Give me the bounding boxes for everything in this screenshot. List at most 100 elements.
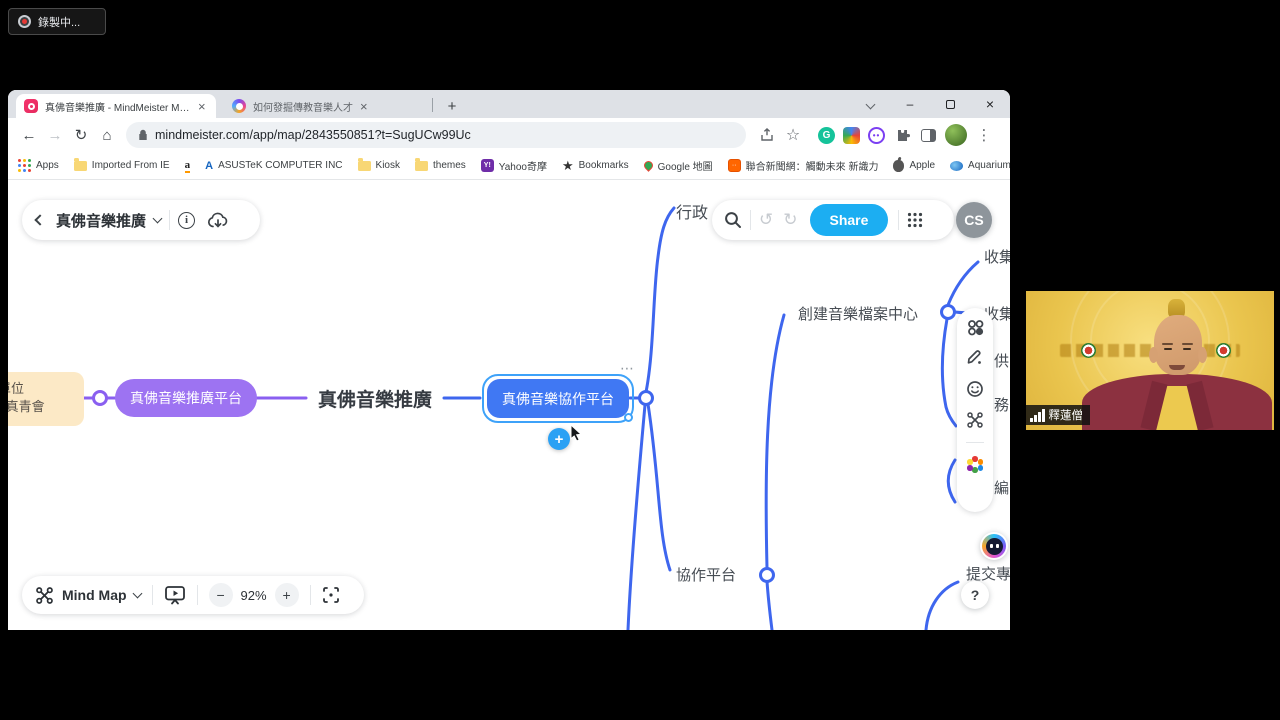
ear [1198,347,1207,363]
map-title[interactable]: 真佛音樂推廣 [56,210,146,231]
bookmark-kiosk[interactable]: Kiosk [358,160,400,171]
search-button[interactable] [724,211,742,229]
chevron-left-icon [34,214,45,225]
colorful-extension-icon[interactable] [843,127,860,144]
node-root[interactable]: 真佛音樂推廣 [309,385,441,412]
layout-style-button[interactable] [967,319,984,336]
node-admin[interactable]: 行政 [676,199,708,223]
node-unit-partial[interactable]: 單位 +真青會 [8,372,84,426]
new-tab-button[interactable]: + [440,94,464,118]
bookmark-asus[interactable]: A ASUSTeK COMPUTER INC [205,160,342,172]
zoom-out-button[interactable]: − [209,583,233,607]
share-button[interactable]: Share [810,204,889,236]
node-edit-partial[interactable]: 編 [994,477,1009,498]
bookmark-udn-news[interactable]: ·· 聯合新聞網：觸動未來 新識力 [728,158,879,173]
profile-avatar[interactable] [945,124,967,146]
back-to-maps-button[interactable] [36,216,44,224]
bookmark-star-button[interactable]: ☆ [780,125,806,145]
tab-search-button[interactable] [850,90,890,118]
back-button[interactable]: ← [16,127,42,144]
mindmeister-favicon [24,99,38,113]
fish-icon [950,161,963,171]
grammarly-extension-icon[interactable]: G [818,127,835,144]
bookmark-yahoo[interactable]: Y! Yahoo奇摩 [481,158,547,173]
bookmark-apple[interactable]: Apple [893,160,935,172]
redo-button[interactable]: ↻ [783,210,797,230]
address-bar[interactable]: mindmeister.com/app/map/2843550851?t=Sug… [126,122,746,148]
browser-menu-button[interactable]: ⋮ [971,126,997,144]
tab-close-icon[interactable]: × [360,100,368,113]
tab-mindmeister[interactable]: 真佛音樂推廣 - MindMeister Mind Map × [16,94,216,118]
zoom-level[interactable]: 92% [241,588,267,603]
tab-divider [432,98,433,112]
bookmark-aquarium[interactable]: Aquarium Supplies & Accessorie... [950,160,1010,171]
node-promo-platform[interactable]: 真佛音樂推廣平台 [115,379,257,417]
forward-button[interactable]: → [42,127,68,144]
emoji-button[interactable] [966,380,984,398]
help-button[interactable]: ? [961,581,989,609]
mindmap-canvas[interactable]: 單位 +真青會 真佛音樂推廣平台 真佛音樂推廣 真佛音樂協作平台 ⋯ + 行政 … [8,182,1010,630]
url-text: mindmeister.com/app/map/2843550851?t=Sug… [155,128,471,142]
focus-icon [322,586,340,604]
close-button[interactable]: × [970,90,1010,118]
zoom-in-button[interactable]: + [275,583,299,607]
record-icon [18,15,31,28]
tab-music-talent[interactable]: 如何發掘傳教音樂人才 × [224,94,424,118]
offline-download-button[interactable] [207,212,229,229]
node-menu-ellipsis[interactable]: ⋯ [620,360,635,377]
minimize-button[interactable]: – [890,90,930,118]
home-button[interactable]: ⌂ [94,127,120,144]
connections-button[interactable] [966,411,984,429]
bookmark-google-maps[interactable]: Google 地圖 [644,158,713,173]
info-button[interactable]: i [178,212,195,229]
tab-close-icon[interactable]: × [198,100,206,113]
recording-indicator[interactable]: 錄製中... [8,8,106,35]
node-collab-platform[interactable]: 真佛音樂協作平台 [487,379,629,418]
extensions-button[interactable] [889,128,915,143]
style-paint-button[interactable] [966,349,984,367]
node-archive-center[interactable]: 創建音樂檔案中心 [798,303,918,324]
screen: 錄製中... 真佛音樂推廣 - MindMeister Mind Map × 如… [0,0,1280,720]
side-panel-button[interactable] [915,129,941,142]
share-page-button[interactable] [754,128,780,142]
restore-button[interactable] [930,90,970,118]
node-map-icon [966,411,984,429]
view-mode-label[interactable]: Mind Map [62,587,127,603]
restore-icon [946,100,955,109]
node-collect-1[interactable]: 收集 [984,246,1010,267]
title-dropdown-button[interactable] [154,218,161,222]
webcam-video: 釋蓮僧 [1026,291,1274,430]
folder-icon [74,161,87,171]
node-collab[interactable]: 協作平台 [676,564,736,585]
smiley-icon [966,380,984,398]
presentation-button[interactable] [164,585,186,605]
tab2-favicon [232,99,246,113]
bookmark-apps[interactable]: Apps [18,159,59,172]
ai-assistant-button[interactable] [980,532,1008,560]
chevron-down-icon [865,99,875,109]
bookmark-bookmarks[interactable]: ★ Bookmarks [562,159,629,172]
smiley-extension-icon[interactable]: •• [868,127,885,144]
apps-grid-button[interactable] [907,212,923,228]
reload-button[interactable]: ↻ [68,126,94,144]
folder-icon [358,161,371,171]
bookmark-amazon[interactable]: a [185,159,191,173]
center-map-button[interactable] [322,586,340,604]
node-provide-partial[interactable]: 供 [994,350,1009,371]
user-avatar[interactable]: CS [956,202,992,238]
mindmap-mode-icon [35,586,54,605]
map-mode-button[interactable] [35,586,54,605]
node-service-partial[interactable]: 務 [994,394,1009,415]
mouth [1169,365,1185,370]
search-icon [724,211,742,229]
eyebrow [1162,343,1173,345]
grid-dots-icon [907,212,923,228]
info-icon: i [178,212,195,229]
add-child-button[interactable]: + [548,428,570,450]
selection-handle[interactable] [624,413,633,422]
ai-features-button[interactable] [967,456,983,472]
share-icon [760,128,774,142]
bookmark-imported-from-ie[interactable]: Imported From IE [74,160,170,171]
bookmark-themes[interactable]: themes [415,160,466,171]
undo-button[interactable]: ↺ [759,210,773,230]
